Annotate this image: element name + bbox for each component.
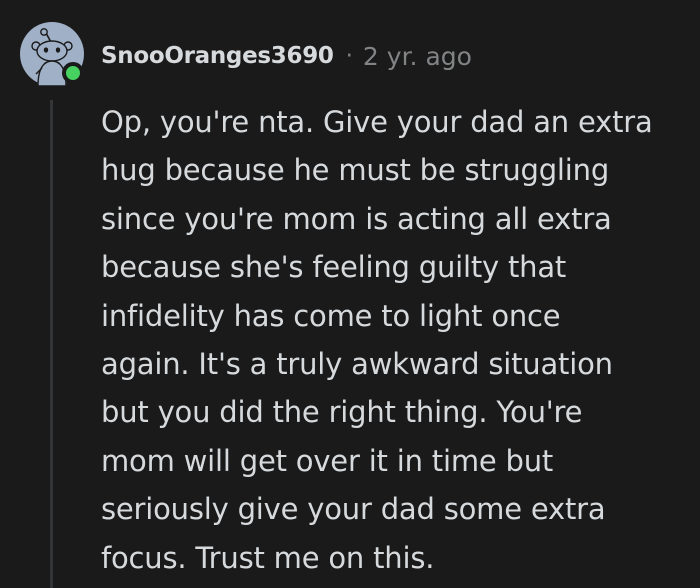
- comment-body-line: seriously give your dad some extra: [101, 492, 606, 527]
- comment-body-line: because she's feeling guilty that: [101, 250, 567, 285]
- comment-body-line: focus. Trust me on this.: [101, 540, 435, 575]
- comment-body-line: mom will get over it in time but: [101, 443, 554, 478]
- username-link[interactable]: SnooOranges3690: [101, 43, 334, 69]
- comment-header: SnooOranges3690 · 2 yr. ago: [101, 38, 472, 74]
- comment-body-line: but you did the right thing. You're: [101, 395, 583, 430]
- comment-body: Op, you're nta. Give your dad an extra h…: [101, 98, 691, 582]
- comment-body-line: Op, you're nta. Give your dad an extra: [101, 105, 653, 139]
- comment-body-line: infidelity has come to light once: [101, 298, 561, 333]
- comment-body-line: since you're mom is acting all extra: [101, 201, 612, 236]
- comment: SnooOranges3690 · 2 yr. ago Op, you're n…: [0, 0, 700, 588]
- comment-body-line: hug because he must be struggling: [101, 153, 610, 188]
- online-status-indicator: [62, 62, 84, 84]
- comment-timestamp[interactable]: 2 yr. ago: [363, 42, 472, 71]
- comment-body-line: again. It's a truly awkward situation: [101, 347, 613, 382]
- meta-separator: ·: [345, 43, 353, 69]
- thread-collapse-line[interactable]: [50, 100, 53, 588]
